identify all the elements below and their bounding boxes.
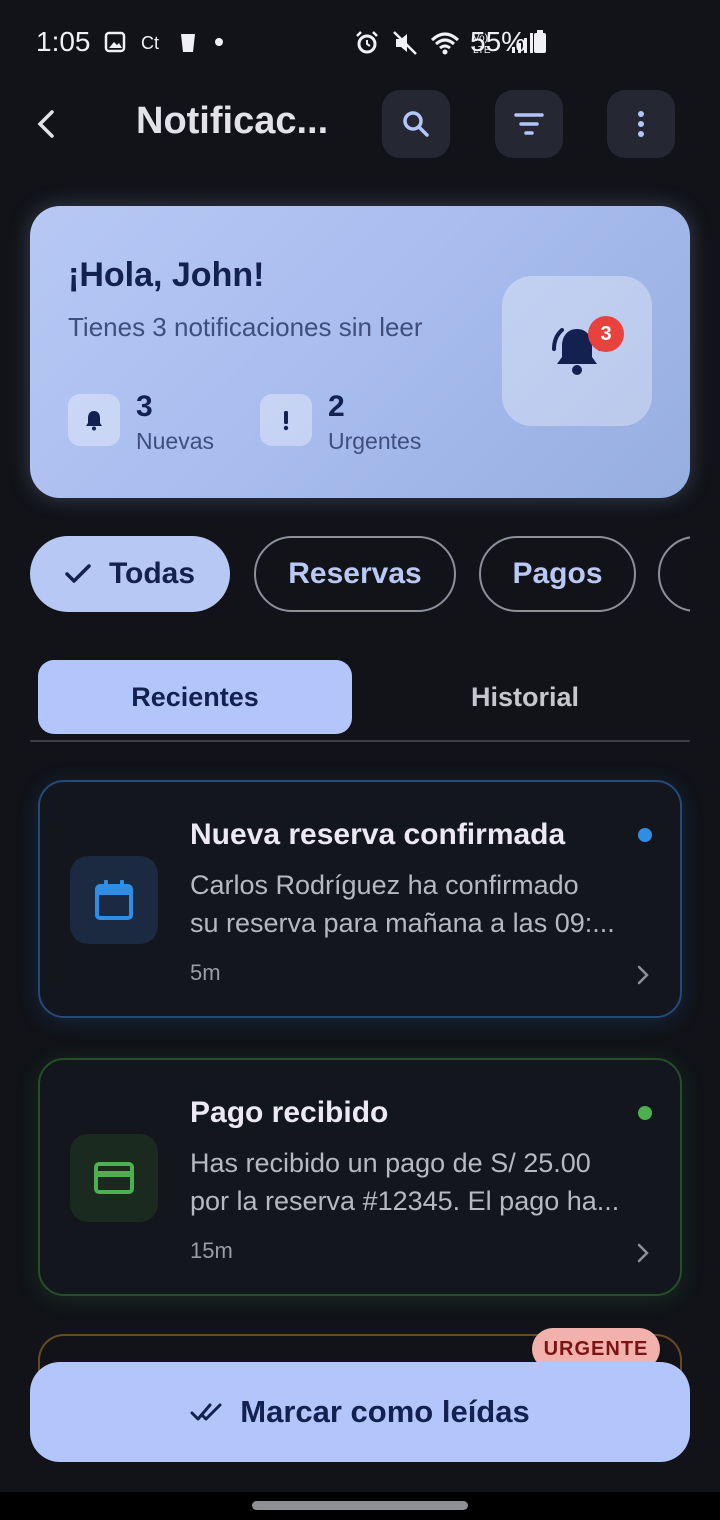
battery-icon	[534, 30, 547, 53]
status-time: 1:05	[36, 26, 91, 57]
notification-time: 15m	[190, 1238, 233, 1263]
search-icon	[403, 111, 429, 137]
notification-icon-box	[70, 856, 158, 944]
tabs-divider	[30, 740, 690, 742]
dot-icon	[215, 38, 223, 46]
tab-recientes[interactable]: Recientes	[38, 660, 352, 734]
mute-icon	[393, 31, 417, 55]
filter-button[interactable]	[495, 90, 563, 158]
exclamation-icon	[283, 411, 289, 431]
notification-body: Carlos Rodríguez ha confirmado su reserv…	[190, 866, 656, 942]
notification-icon-box	[70, 1134, 158, 1222]
wifi-icon	[430, 32, 460, 55]
back-button[interactable]	[22, 98, 70, 150]
notification-time: 5m	[190, 960, 221, 985]
filter-chip-label: Reservas	[288, 557, 422, 590]
stat-new: 3 Nuevas	[68, 390, 214, 455]
search-button[interactable]	[382, 90, 450, 158]
status-notification-icons: Ct	[104, 30, 226, 54]
cup-icon	[181, 34, 195, 52]
chevron-right-icon	[637, 1243, 649, 1263]
notification-title: Nueva reserva confirmada	[190, 818, 566, 851]
stat-urgent: 2 Urgentes	[260, 390, 422, 455]
battery-percent: 55%	[470, 26, 527, 57]
filter-chip-label: Pagos	[512, 557, 603, 590]
filter-chip-todas[interactable]: Todas	[30, 536, 230, 612]
bell-icon	[86, 411, 102, 431]
notification-bell-box	[502, 276, 652, 426]
notification-body-line: Carlos Rodríguez ha confirmado	[190, 870, 579, 900]
notification-body-line: su reserva para mañana a las 09:...	[190, 908, 615, 938]
calendar-icon	[95, 880, 133, 920]
greeting-card: ¡Hola, John! Tienes 3 notificaciones sin…	[30, 206, 690, 498]
unread-dot	[638, 828, 652, 842]
stat-new-label: Nuevas	[136, 428, 214, 454]
stat-urgent-label: Urgentes	[328, 428, 422, 454]
greeting-title: ¡Hola, John!	[68, 256, 265, 294]
bell-stat-icon-box	[68, 394, 120, 446]
unread-count-badge: 3	[588, 316, 624, 352]
filter-icon	[514, 113, 544, 135]
filter-chip-label: Todas	[108, 557, 196, 590]
image-icon	[104, 31, 126, 53]
chevron-right-icon	[637, 965, 649, 985]
notification-card[interactable]: Pago recibido Has recibido un pago de S/…	[38, 1058, 682, 1296]
back-arrow-icon	[37, 110, 54, 138]
svg-text:Ct: Ct	[141, 33, 159, 53]
unread-dot	[638, 1106, 652, 1120]
filter-chip-partial[interactable]	[658, 536, 690, 612]
notification-body: Has recibido un pago de S/ 25.00 por la …	[190, 1144, 656, 1220]
tab-historial[interactable]: Historial	[368, 660, 682, 734]
notification-body-line: Has recibido un pago de S/ 25.00	[190, 1148, 591, 1178]
credit-card-icon	[94, 1162, 134, 1194]
mark-all-read-label: Marcar como leídas	[240, 1394, 530, 1429]
greeting-subtitle: Tienes 3 notificaciones sin leer	[68, 312, 423, 342]
notification-card[interactable]: Nueva reserva confirmada Carlos Rodrígue…	[38, 780, 682, 1018]
mark-all-read-button[interactable]: Marcar como leídas	[30, 1362, 690, 1462]
more-vert-icon	[638, 111, 644, 137]
check-icon	[65, 564, 91, 583]
battery-status: 55%	[470, 26, 548, 58]
notification-body-line: por la reserva #12345. El pago ha...	[190, 1186, 620, 1216]
done-all-icon	[190, 1403, 222, 1421]
notification-title: Pago recibido	[190, 1096, 389, 1129]
page-title: Notificac...	[136, 100, 329, 142]
more-options-button[interactable]	[607, 90, 675, 158]
ct-icon: Ct	[141, 33, 159, 53]
filter-chip-reservas[interactable]: Reservas	[254, 536, 456, 612]
alarm-icon	[356, 31, 378, 54]
status-bar: 1:05 Ct Vo) LTE 55%	[0, 0, 720, 88]
stat-new-value: 3	[136, 390, 153, 423]
exclamation-stat-icon-box	[260, 394, 312, 446]
stat-urgent-value: 2	[328, 390, 345, 423]
filter-chip-pagos[interactable]: Pagos	[479, 536, 636, 612]
home-indicator[interactable]	[252, 1501, 468, 1510]
